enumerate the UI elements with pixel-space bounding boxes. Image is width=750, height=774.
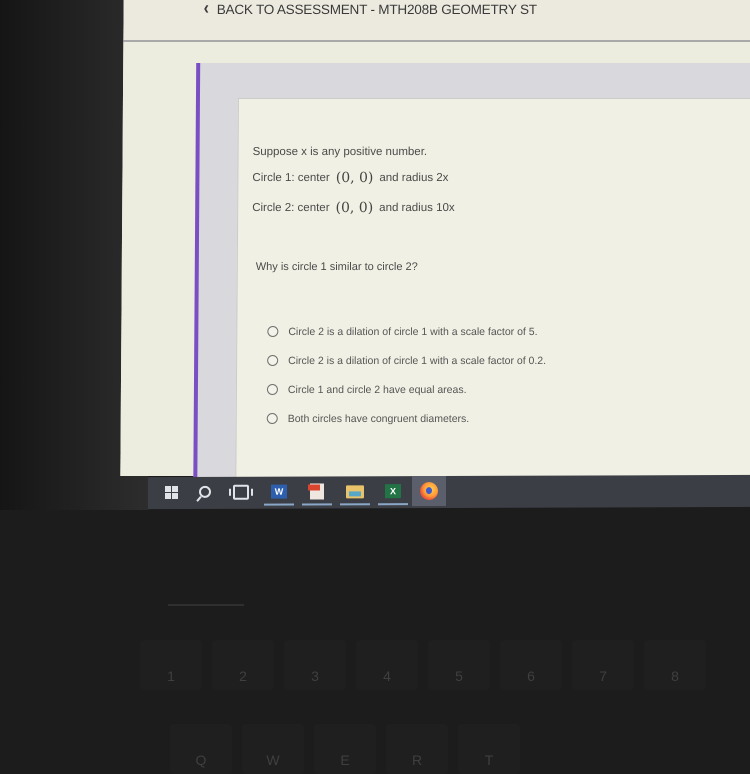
intro-text: Suppose x is any positive number. [252,146,428,158]
circle1-line: Circle 1: center (0, 0) and radius 2x [252,163,455,193]
circle2-line: Circle 2: center (0, 0) and radius 10x [252,193,455,223]
letter-key-row: Q W E R T [170,724,530,774]
firefox-icon [420,482,438,501]
top-bar: ‹ BACK TO ASSESSMENT - MTH208B GEOMETRY … [123,0,750,42]
keyboard-key: 1 [140,640,202,690]
laptop-keyboard: 1 2 3 4 5 6 7 8 Q W E R T [0,640,750,774]
pdf-icon [310,483,324,500]
radio-button[interactable] [266,413,278,424]
windows-logo-icon [164,485,178,499]
open-indicator [340,503,370,506]
back-link-label: BACK TO ASSESSMENT - MTH208B GEOMETRY ST [216,1,537,17]
choice-label: Circle 2 is a dilation of circle 1 with … [288,354,547,367]
content-area: Suppose x is any positive number. Circle… [120,42,750,478]
circle2-radius: and radius 10x [379,202,455,214]
answer-choice[interactable]: Both circles have congruent diameters. [266,404,546,433]
open-indicator [264,503,294,506]
laptop-edge-highlight [168,604,244,606]
folder-icon [346,484,364,498]
choice-label: Both circles have congruent diameters. [287,412,470,425]
radio-button[interactable] [267,355,279,366]
start-button[interactable] [154,477,188,507]
task-view-icon [233,484,249,500]
choice-label: Circle 1 and circle 2 have equal areas. [287,383,467,396]
pdf-taskbar-button[interactable] [300,476,334,506]
open-indicator [378,503,408,506]
keyboard-key: T [458,724,520,774]
keyboard-key: 4 [356,640,418,690]
keyboard-key: Q [170,724,232,774]
question-text: Why is circle 1 similar to circle 2? [255,261,418,273]
circle1-label: Circle 1: center [252,172,330,184]
circle1-radius: and radius 2x [379,172,449,184]
firefox-taskbar-button[interactable] [412,476,446,507]
circle1-center: (0, 0) [335,170,374,186]
chevron-left-icon: ‹ [203,0,209,19]
circle2-center: (0, 0) [335,200,374,216]
keyboard-key: E [314,724,376,774]
windows-taskbar: W X [148,474,750,510]
excel-icon: X [385,484,401,499]
file-explorer-taskbar-button[interactable] [338,476,372,506]
question-card: Suppose x is any positive number. Circle… [235,98,750,478]
radio-button[interactable] [266,384,278,395]
browser-screen: ‹ BACK TO ASSESSMENT - MTH208B GEOMETRY … [120,0,750,478]
keyboard-key: 6 [500,640,562,690]
search-button[interactable] [188,477,222,507]
answer-choice[interactable]: Circle 1 and circle 2 have equal areas. [266,375,546,404]
radio-button[interactable] [267,326,279,337]
answer-choices: Circle 2 is a dilation of circle 1 with … [266,317,547,433]
task-view-button[interactable] [224,477,258,507]
excel-taskbar-button[interactable]: X [376,476,410,506]
keyboard-key: 8 [644,640,706,690]
back-to-assessment-link[interactable]: ‹ BACK TO ASSESSMENT - MTH208B GEOMETRY … [203,0,537,19]
keyboard-key: R [386,724,448,774]
word-taskbar-button[interactable]: W [262,477,296,507]
word-icon: W [271,484,287,499]
search-icon [199,485,211,498]
choice-label: Circle 2 is a dilation of circle 1 with … [288,325,538,338]
number-key-row: 1 2 3 4 5 6 7 8 [140,640,716,690]
problem-statement: Suppose x is any positive number. Circle… [252,141,455,223]
intro-line: Suppose x is any positive number. [253,141,456,163]
open-indicator [302,503,332,506]
keyboard-key: W [242,724,304,774]
keyboard-key: 2 [212,640,274,690]
question-panel: Suppose x is any positive number. Circle… [193,63,750,478]
keyboard-key: 7 [572,640,634,690]
answer-choice[interactable]: Circle 2 is a dilation of circle 1 with … [267,346,546,375]
circle2-label: Circle 2: center [252,202,330,214]
keyboard-key: 5 [428,640,490,690]
answer-choice[interactable]: Circle 2 is a dilation of circle 1 with … [267,317,546,346]
keyboard-key: 3 [284,640,346,690]
